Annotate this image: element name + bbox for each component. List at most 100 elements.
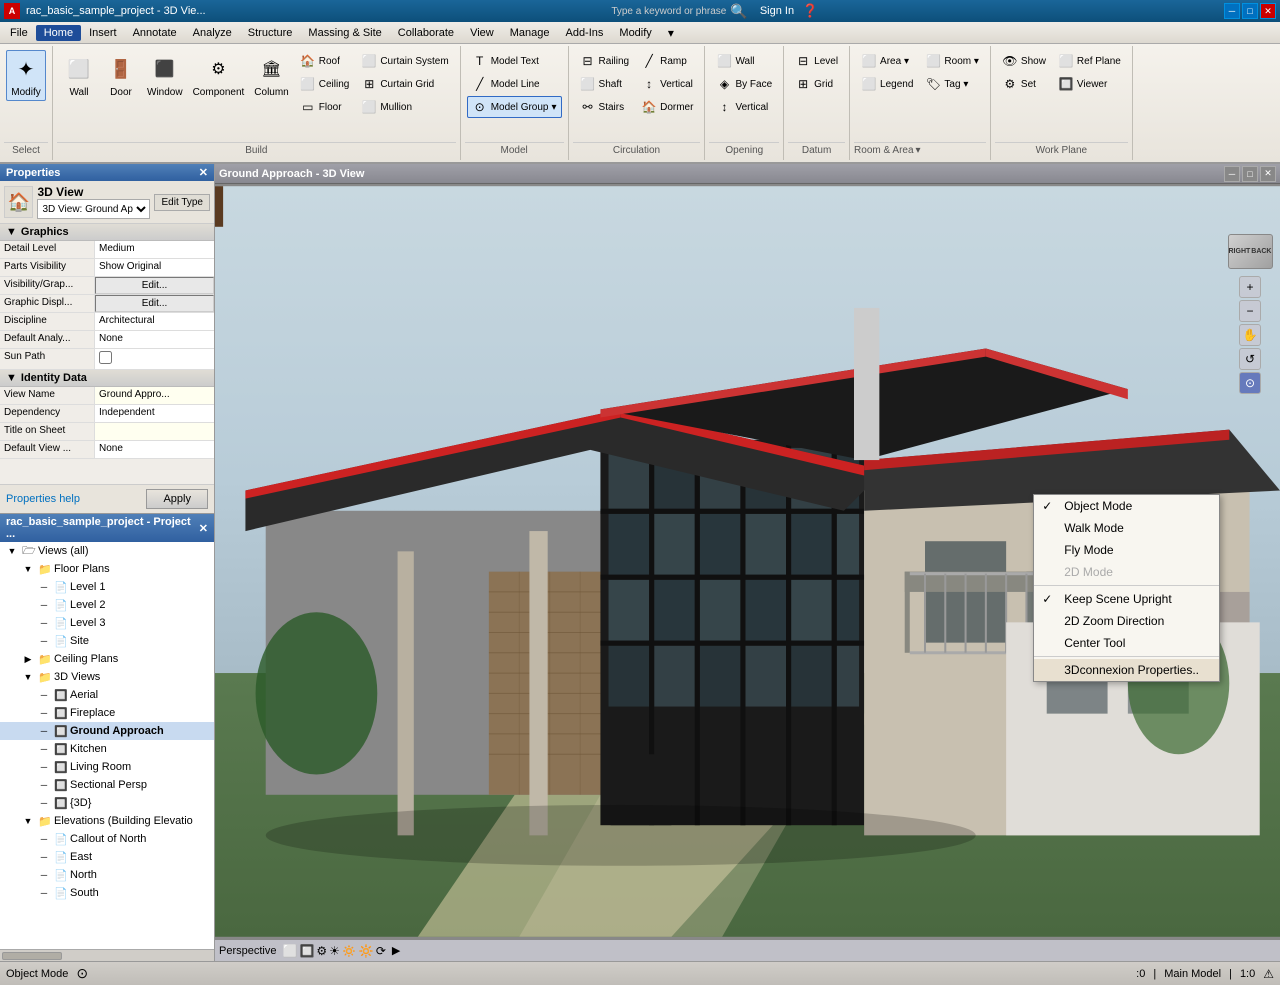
default-view-value[interactable]: None [95,441,214,458]
view-name-value[interactable]: Ground Appro... [95,387,214,404]
modify-menu[interactable]: Modify [611,25,659,41]
vp-icon2[interactable]: 🔲 [299,944,314,958]
tree-3d[interactable]: ─ 🔲 {3D} [0,794,214,812]
window-btn[interactable]: ⬛ Window [143,50,187,101]
tree-south[interactable]: ─ 📄 South [0,884,214,902]
default-analy-value[interactable]: None [95,331,214,348]
discipline-value[interactable]: Architectural [95,313,214,330]
stairs-btn[interactable]: ⚯ Stairs [575,96,635,118]
model-group-dropdown[interactable]: ▾ [552,102,557,113]
vp-icon7[interactable]: ⟳ [376,944,386,958]
tree-3d-views[interactable]: ▼ 📁 3D Views [0,668,214,686]
tree-fireplace[interactable]: ─ 🔲 Fireplace [0,704,214,722]
model-group-btn[interactable]: ⊙ Model Group ▾ [467,96,562,118]
edit-type-button[interactable]: Edit Type [154,194,210,211]
room-area-dropdown[interactable]: ▾ [916,145,921,156]
tree-east[interactable]: ─ 📄 East [0,848,214,866]
project-browser-close[interactable]: ✕ [199,522,208,535]
home-menu[interactable]: Home [36,25,81,41]
door-btn[interactable]: 🚪 Door [101,50,141,101]
search-icon[interactable]: 🔍 [730,3,747,20]
addins-menu[interactable]: Add-Ins [557,25,611,41]
column-btn[interactable]: 🏛 Column [250,50,292,101]
annotate-menu[interactable]: Annotate [125,25,185,41]
legend-btn[interactable]: ⬜ Legend [856,73,918,95]
roof-btn[interactable]: 🏠 Roof [295,50,355,72]
component-btn[interactable]: ⚙ Component [189,50,249,101]
curtain-grid-btn[interactable]: ⊞ Curtain Grid [356,73,453,95]
file-menu[interactable]: File [2,25,36,41]
minimize-btn[interactable]: ─ [1224,3,1240,19]
tree-aerial[interactable]: ─ 🔲 Aerial [0,686,214,704]
analyze-menu[interactable]: Analyze [185,25,240,41]
vp-icon1[interactable]: ⬜ [282,944,297,958]
pan-btn[interactable]: ✋ [1239,324,1261,346]
identity-section-header[interactable]: ▼ Identity Data [0,370,214,387]
tree-level1[interactable]: ─ 📄 Level 1 [0,578,214,596]
manage-menu[interactable]: Manage [502,25,558,41]
room-btn[interactable]: ⬜ Room ▾ [920,50,983,72]
ctx-3dconnexion[interactable]: 3Dconnexion Properties.. [1034,659,1219,681]
view-menu[interactable]: View [462,25,502,41]
vertical-opening-btn[interactable]: ↕ Vertical [711,96,777,118]
tree-floor-plans[interactable]: ▼ 📁 Floor Plans [0,560,214,578]
graphics-section-header[interactable]: ▼ Graphics [0,224,214,241]
vertical-btn[interactable]: ↕ Vertical [636,73,698,95]
ramp-btn[interactable]: ╱ Ramp [636,50,698,72]
model-text-btn[interactable]: T Model Text [467,50,562,72]
shaft-btn[interactable]: ⬜ Shaft [575,73,635,95]
title-sheet-value[interactable] [95,423,214,440]
tree-level3[interactable]: ─ 📄 Level 3 [0,614,214,632]
viewport-canvas[interactable]: RIGHT BACK + − ✋ ↺ ⊙ Object Mode Walk Mo… [215,184,1280,939]
floor-btn[interactable]: ▭ Floor [295,96,355,118]
zoom-out-btn[interactable]: − [1239,300,1261,322]
sun-path-checkbox[interactable] [99,351,112,364]
status-warning-icon[interactable]: ⚠ [1263,967,1274,981]
properties-close[interactable]: ✕ [199,166,208,179]
mullion-btn[interactable]: ⬜ Mullion [356,96,453,118]
by-face-btn[interactable]: ◈ By Face [711,73,777,95]
ctx-walk-mode[interactable]: Walk Mode [1034,517,1219,539]
insert-menu[interactable]: Insert [81,25,125,41]
vp-icon6[interactable]: 🔆 [359,944,374,958]
tree-kitchen[interactable]: ─ 🔲 Kitchen [0,740,214,758]
viewport-close[interactable]: ✕ [1260,166,1276,182]
parts-visibility-value[interactable]: Show Original [95,259,214,276]
tree-callout-north[interactable]: ─ 📄 Callout of North [0,830,214,848]
apply-button[interactable]: Apply [146,489,208,509]
tree-scrollbar[interactable] [0,949,214,961]
ctx-center-tool[interactable]: Center Tool [1034,632,1219,654]
3d-nav-btn[interactable]: ⊙ [1239,372,1261,394]
ctx-keep-scene-upright[interactable]: Keep Scene Upright [1034,588,1219,610]
maximize-btn[interactable]: □ [1242,3,1258,19]
level-btn[interactable]: ⊟ Level [790,50,843,72]
view-dropdown[interactable]: 3D View: Ground Ap [37,199,150,219]
vp-icon5[interactable]: 🔅 [342,944,357,958]
wall-opening-btn[interactable]: ⬜ Wall [711,50,777,72]
visibility-edit-btn[interactable]: Edit... [95,277,214,294]
close-btn[interactable]: ✕ [1260,3,1276,19]
vp-icon4[interactable]: ☀ [329,944,340,958]
ref-plane-btn[interactable]: ⬜ Ref Plane [1053,50,1126,72]
tree-ceiling-plans[interactable]: ▶ 📁 Ceiling Plans [0,650,214,668]
railing-btn[interactable]: ⊟ Railing [575,50,635,72]
modify-btn[interactable]: ✦ Modify [6,50,46,101]
wall-btn[interactable]: ⬜ Wall [59,50,99,101]
set-btn[interactable]: ⚙ Set [997,73,1051,95]
structure-menu[interactable]: Structure [240,25,301,41]
help-btn[interactable]: ❓ [802,3,818,19]
massing-menu[interactable]: Massing & Site [300,25,389,41]
tree-site[interactable]: ─ 📄 Site [0,632,214,650]
ctx-object-mode[interactable]: Object Mode [1034,495,1219,517]
dormer-btn[interactable]: 🏠 Dormer [636,96,698,118]
tree-living-room[interactable]: ─ 🔲 Living Room [0,758,214,776]
show-btn[interactable]: 👁 Show [997,50,1051,72]
tree-sectional-persp[interactable]: ─ 🔲 Sectional Persp [0,776,214,794]
viewport-minimize[interactable]: ─ [1224,166,1240,182]
tree-elevations[interactable]: ▼ 📁 Elevations (Building Elevatio [0,812,214,830]
ribbon-toggle[interactable]: ▾ [664,26,678,40]
zoom-in-btn[interactable]: + [1239,276,1261,298]
sign-in-btn[interactable]: Sign In [760,5,794,17]
ceiling-btn[interactable]: ⬜ Ceiling [295,73,355,95]
sun-path-value[interactable] [95,349,214,369]
